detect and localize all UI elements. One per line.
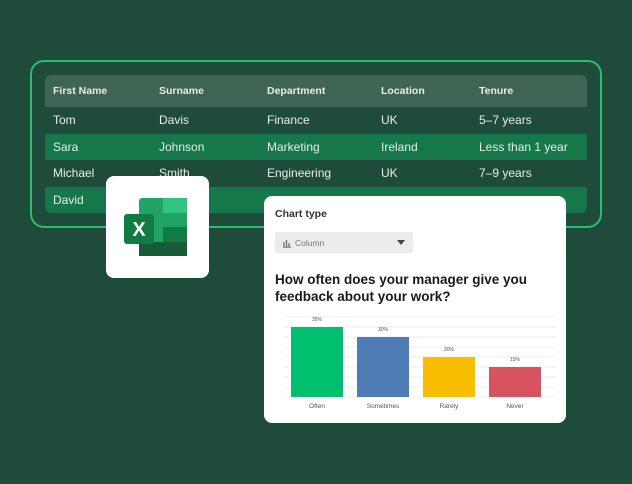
data-label: 35%: [312, 317, 323, 323]
table-cell: Engineering: [267, 166, 332, 181]
category-label: Often: [309, 403, 325, 410]
chart-question: How often does your manager give you fee…: [275, 272, 528, 304]
table-cell: Tenure: [479, 85, 514, 97]
table-header: First Name Surname Department Location Tenur…: [45, 75, 587, 107]
data-label: 20%: [444, 347, 455, 353]
table-cell: Finance: [267, 113, 310, 128]
category-label: Never: [506, 403, 524, 410]
table-cell: Department: [267, 85, 326, 97]
bar-rarely: [423, 357, 475, 397]
chart-type-value: Column: [295, 237, 325, 248]
chart-type-label: Chart type: [275, 208, 327, 220]
bar-sometimes: [357, 337, 409, 397]
svg-text:X: X: [132, 219, 146, 241]
table-row: Tom Davis Finance UK 5–7 years: [45, 107, 587, 134]
table-cell: First Name: [53, 85, 108, 97]
table-cell: 7–9 years: [479, 166, 532, 181]
table-cell: Location: [381, 85, 425, 97]
table-cell: Surname: [159, 85, 204, 97]
bar-never: [489, 367, 541, 397]
table-cell: Marketing: [267, 139, 320, 154]
bar-often: [291, 327, 343, 397]
table-cell: 5–7 years: [479, 113, 532, 128]
table-cell: Tom: [53, 113, 76, 128]
table-cell: Sara: [53, 139, 79, 154]
chart-panel: Chart type Column How often does your ma…: [264, 196, 566, 423]
excel-icon: X: [124, 198, 187, 256]
bar-chart-icon: [283, 239, 291, 248]
table-cell: UK: [381, 166, 398, 181]
data-label: 30%: [378, 327, 389, 333]
table-cell: UK: [381, 113, 398, 128]
table-cell: Less than 1 year: [479, 139, 568, 154]
table-cell: Davis: [159, 113, 190, 128]
table-row: Sara Johnson Marketing Ireland Less than 1 y…: [45, 133, 587, 160]
chart-type-select[interactable]: Column: [275, 232, 413, 253]
table-cell: Ireland: [381, 139, 418, 154]
excel-app-card[interactable]: X: [106, 176, 209, 278]
data-label: 15%: [510, 357, 521, 363]
category-label: Rarely: [440, 403, 460, 410]
category-label: Sometimes: [367, 403, 400, 410]
chevron-down-icon: [397, 240, 405, 245]
bar-chart: 35% Often 30% Sometimes 20% Rarely 15% Never: [284, 316, 556, 410]
table-cell: Johnson: [159, 139, 205, 154]
